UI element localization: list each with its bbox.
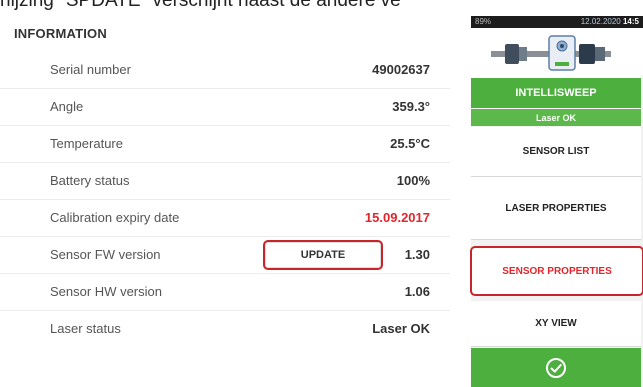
datetime: 12.02.2020 14:5 [581,16,639,28]
info-value: 1.30 [404,247,430,262]
info-label: Angle [50,99,84,114]
laser-status-banner: Laser OK [471,109,641,126]
info-value: 1.06 [404,284,430,299]
device-screen: 89% 12.02.2020 14:5 INTELLISWEEP Laser O… [470,16,643,387]
date-text: 12.02.2020 [580,17,621,26]
info-row-calibration-expiry: Calibration expiry date 15.09.2017 [0,200,450,237]
information-panel: INFORMATION Serial number 49002637 Angle… [0,16,450,387]
info-label: Battery status [50,173,130,188]
caption-text: nijzing "SPDATE" verschijnt naast de and… [0,0,401,11]
status-bar: 89% 12.02.2020 14:5 [471,16,643,28]
info-value: Laser OK [372,321,430,336]
confirm-button[interactable] [471,348,641,387]
info-value-expired: 15.09.2017 [364,210,430,225]
xy-view-button[interactable]: XY VIEW [471,301,641,347]
info-row-sensor-fw-version: Sensor FW version UPDATE 1.30 [0,237,450,274]
info-value: 359.3° [392,99,430,114]
info-label: Temperature [50,136,123,151]
info-value: 100% [396,173,430,188]
sensor-list-button[interactable]: SENSOR LIST [471,127,641,177]
info-row-temperature: Temperature 25.5°C [0,126,450,163]
info-value: 49002637 [372,62,430,77]
information-title: INFORMATION [14,26,107,41]
battery-indicator: 89% [475,17,492,26]
info-label: Serial number [50,62,131,77]
time-text: 14:5 [622,17,639,26]
info-label: Sensor FW version [50,247,161,262]
info-row-battery-status: Battery status 100% [0,163,450,200]
info-label: Calibration expiry date [50,210,180,225]
update-button[interactable]: UPDATE [263,240,383,270]
sensor-device-image [471,28,643,78]
check-circle-icon [545,357,567,379]
info-row-angle: Angle 359.3° [0,89,450,126]
info-label: Sensor HW version [50,284,162,299]
sensor-properties-button[interactable]: SENSOR PROPERTIES [470,246,643,296]
info-row-sensor-hw-version: Sensor HW version 1.06 [0,274,450,311]
info-row-laser-status: Laser status Laser OK [0,311,450,348]
info-label: Laser status [50,321,121,336]
laser-properties-button[interactable]: LASER PROPERTIES [471,177,641,240]
intellisweep-button[interactable]: INTELLISWEEP [471,78,641,108]
info-value: 25.5°C [390,136,430,151]
info-row-serial-number: Serial number 49002637 [0,52,450,89]
